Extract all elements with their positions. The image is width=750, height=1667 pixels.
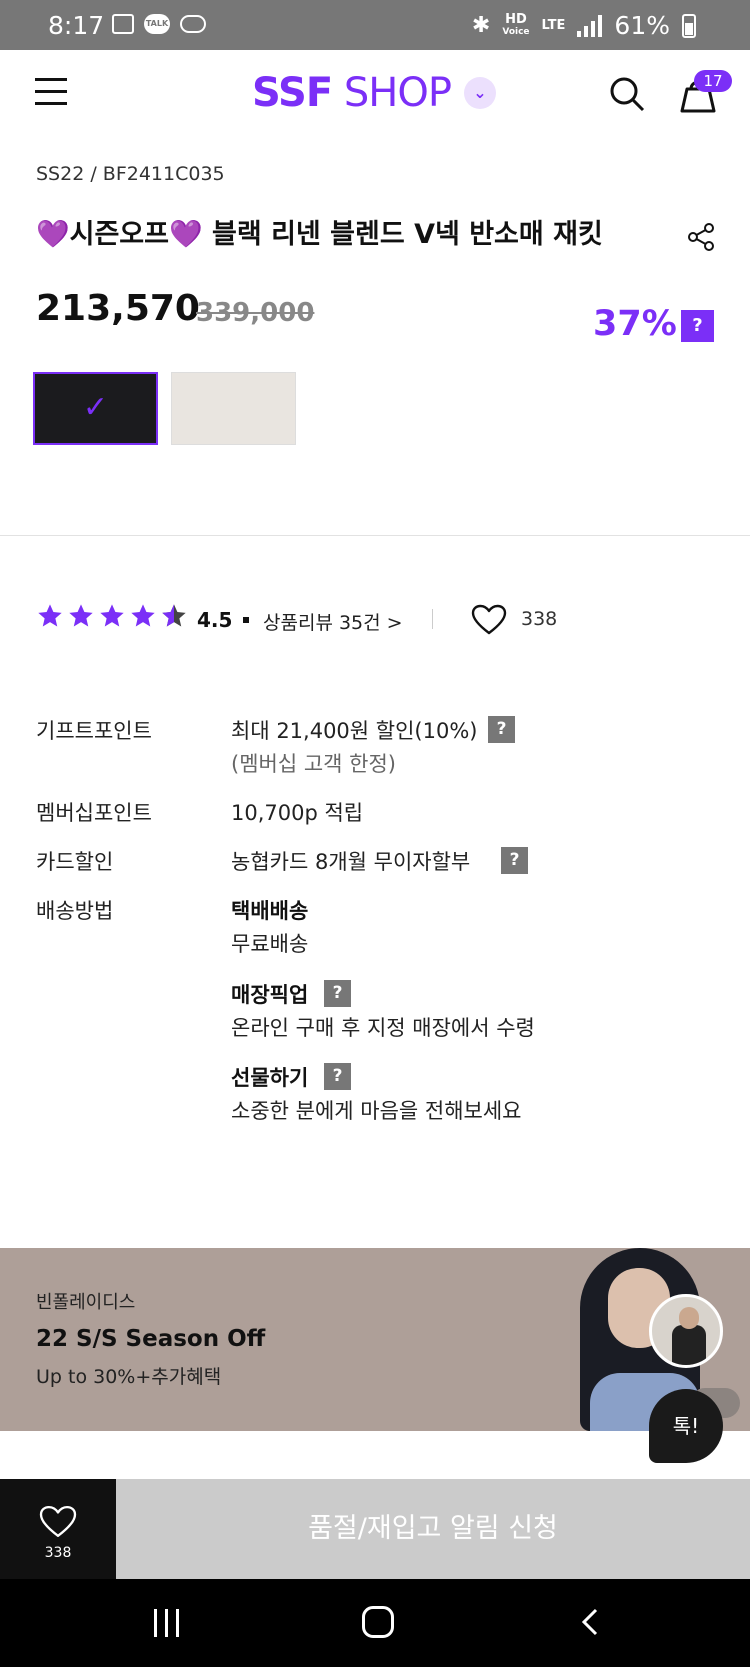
piggy-bank-icon [180, 15, 206, 33]
banner-brand: 빈폴레이디스 [36, 1292, 136, 1313]
cart-count-badge: 17 [694, 70, 732, 92]
banner-subtext: Up to 30%+추가혜택 [36, 1366, 222, 1388]
section-divider [0, 535, 750, 536]
status-time: 8:17 [48, 11, 105, 40]
status-bar: 8:17 TALK ✱ HD Voice LTE 61% [0, 0, 750, 50]
promo-banner[interactable]: 빈폴레이디스 22 S/S Season Off Up to 30%+추가혜택 [0, 1248, 750, 1431]
menu-icon[interactable] [35, 78, 67, 106]
star-icon [100, 604, 124, 627]
store-pickup-help-button[interactable]: ? [324, 980, 351, 1007]
gift-point-label: 기프트포인트 [36, 719, 152, 743]
discount-rate: 37% [593, 304, 677, 344]
system-nav-bar [0, 1579, 750, 1667]
star-icon [38, 604, 62, 627]
gallery-icon [112, 14, 134, 34]
signal-icon [577, 14, 603, 37]
product-title: 💜시즌오프💜 블랙 리넨 블렌드 V넥 반소매 재킷 [36, 219, 603, 250]
gift-option-desc: 소중한 분에게 마음을 전해보세요 [231, 1099, 522, 1123]
restock-alert-button[interactable]: 품절/재입고 알림 신청 [116, 1479, 750, 1579]
star-icon [69, 604, 93, 627]
gift-point-note: (멤버십 고객 한정) [231, 752, 396, 776]
store-pickup-title: 매장픽업 [231, 983, 309, 1007]
discount-help-button[interactable]: ? [681, 310, 714, 342]
talk-chat-button[interactable]: 톡! [649, 1389, 723, 1463]
system-icons: ✱ HD Voice LTE 61% [472, 11, 696, 40]
membership-point-value: 10,700p 적립 [231, 801, 364, 825]
bottom-action-bar: 338 품절/재입고 알림 신청 [0, 1479, 750, 1579]
delivery-option-desc: 무료배송 [231, 932, 309, 956]
hd-voice-icon: HD Voice [502, 11, 530, 37]
sale-price: 213,570 [36, 288, 200, 329]
original-price: 339,000 [196, 298, 315, 328]
ssf-shop-logo[interactable]: SSF SHOP [252, 70, 452, 116]
delivery-option-title: 택배배송 [231, 899, 309, 923]
color-swatch-black[interactable]: ✓ [33, 372, 158, 445]
delivery-method-label: 배송방법 [36, 899, 114, 923]
check-icon: ✓ [82, 390, 109, 425]
banner-headline: 22 S/S Season Off [36, 1326, 266, 1352]
battery-percent: 61% [614, 11, 670, 40]
membership-point-label: 멤버십포인트 [36, 801, 152, 825]
heart-icon [39, 1505, 77, 1537]
notification-icons: TALK [112, 14, 206, 34]
card-discount-label: 카드할인 [36, 850, 114, 874]
gift-point-value: 최대 21,400원 할인(10%) [231, 719, 478, 743]
search-icon[interactable] [608, 75, 646, 113]
home-icon[interactable] [362, 1606, 394, 1638]
star-icon [131, 604, 155, 627]
product-code: SS22 / BF2411C035 [36, 163, 225, 185]
bullet-separator [243, 617, 249, 623]
lte-icon: LTE [541, 18, 566, 33]
kakaotalk-icon: TALK [144, 14, 170, 34]
wishlist-button[interactable]: 338 [0, 1479, 116, 1579]
share-icon[interactable] [686, 222, 716, 252]
back-icon[interactable] [576, 1607, 606, 1637]
floating-thumbnail[interactable] [649, 1294, 723, 1368]
color-swatch-beige[interactable] [171, 372, 296, 445]
card-discount-help-button[interactable]: ? [501, 847, 528, 874]
store-pickup-desc: 온라인 구매 후 지정 매장에서 수령 [231, 1016, 535, 1040]
rating-stars [36, 602, 188, 630]
heart-icon[interactable] [471, 604, 507, 636]
review-link[interactable]: 상품리뷰 35건 > [263, 608, 403, 635]
app-header: SSF SHOP ⌄ 17 [0, 50, 750, 140]
battery-icon [682, 13, 696, 38]
vertical-divider [432, 609, 433, 629]
wishlist-count: 338 [44, 1545, 72, 1561]
half-star-icon [162, 604, 186, 627]
gift-point-help-button[interactable]: ? [488, 716, 515, 743]
like-count: 338 [521, 608, 558, 630]
bluetooth-icon: ✱ [471, 13, 491, 38]
recent-apps-icon[interactable] [154, 1609, 179, 1637]
chevron-down-icon[interactable]: ⌄ [464, 77, 496, 109]
gift-option-help-button[interactable]: ? [324, 1063, 351, 1090]
card-discount-value: 농협카드 8개월 무이자할부 [231, 850, 471, 874]
gift-option-title: 선물하기 [231, 1066, 309, 1090]
rating-score: 4.5 [197, 608, 233, 632]
